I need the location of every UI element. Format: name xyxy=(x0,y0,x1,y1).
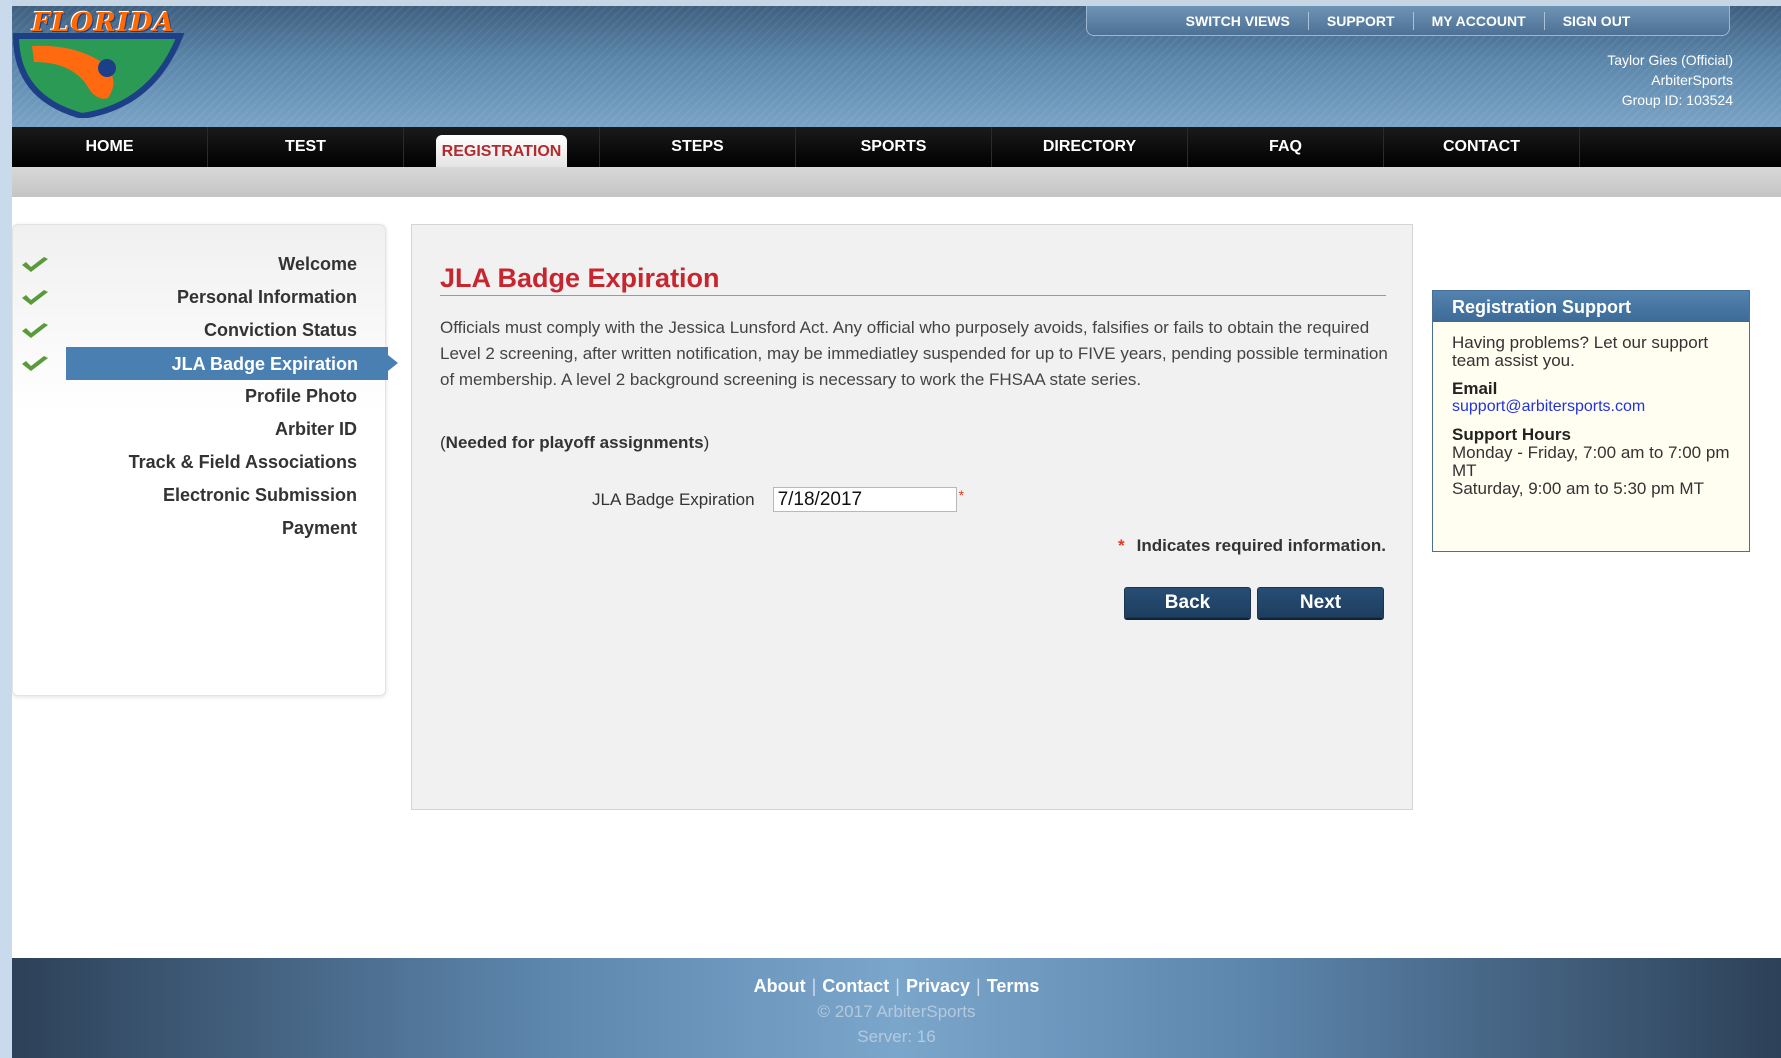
step-conviction-status[interactable]: Conviction Status xyxy=(13,314,387,347)
nav-tab-label: CONTACT xyxy=(1442,138,1521,155)
nav-tab-label: STEPS xyxy=(671,138,724,155)
nav-tab-faq[interactable]: FAQ xyxy=(1188,127,1384,167)
registration-steps-sidebar: Welcome Personal Information Conviction … xyxy=(12,224,398,696)
nav-tab-label: SPORTS xyxy=(860,138,927,155)
required-info-note: * Indicates required information. xyxy=(1116,536,1386,556)
nav-tab-directory[interactable]: DIRECTORY xyxy=(992,127,1188,167)
footer-separator: | xyxy=(895,976,900,996)
step-welcome[interactable]: Welcome xyxy=(13,248,387,281)
badge-expiration-input[interactable] xyxy=(772,487,957,512)
page: FLORIDA SWITCH VIEWS SUPPORT MY ACCOUNT … xyxy=(12,0,1781,1058)
footer-about-link[interactable]: About xyxy=(754,976,806,996)
sign-out-link[interactable]: SIGN OUT xyxy=(1545,12,1649,30)
nav-tab-steps[interactable]: STEPS xyxy=(600,127,796,167)
main-panel: JLA Badge Expiration Officials must comp… xyxy=(411,224,1413,810)
subnav-bar xyxy=(12,167,1781,197)
step-profile-photo[interactable]: Profile Photo xyxy=(13,380,387,413)
checkmark-icon xyxy=(22,323,48,338)
badge-expiration-row: JLA Badge Expiration * xyxy=(592,487,964,512)
user-org: ArbiterSports xyxy=(1651,72,1733,88)
playoff-note: (Needed for playoff assignments) xyxy=(440,433,709,453)
support-email-heading: Email xyxy=(1452,379,1498,398)
footer-terms-link[interactable]: Terms xyxy=(987,976,1040,996)
step-label: Electronic Submission xyxy=(162,485,357,505)
checkmark-icon xyxy=(22,257,48,272)
step-label: Personal Information xyxy=(176,287,357,307)
support-email-link[interactable]: support@arbitersports.com xyxy=(1452,398,1749,416)
required-info-text: Indicates required information. xyxy=(1136,536,1386,555)
footer-contact-link[interactable]: Contact xyxy=(822,976,889,996)
next-button[interactable]: Next xyxy=(1257,587,1384,618)
step-label: Payment xyxy=(281,518,357,538)
logo-wordmark: FLORIDA xyxy=(32,8,175,38)
support-hours-saturday: Saturday, 9:00 am to 5:30 pm MT xyxy=(1452,479,1704,498)
back-button[interactable]: Back xyxy=(1124,587,1251,618)
nav-tab-label: FAQ xyxy=(1269,138,1302,155)
registration-support-box: Registration Support Having problems? Le… xyxy=(1432,290,1750,552)
my-account-link[interactable]: MY ACCOUNT xyxy=(1414,11,1545,30)
user-name: Taylor Gies (Official) xyxy=(1607,52,1733,68)
step-label: Arbiter ID xyxy=(274,419,357,439)
support-box-body: Having problems? Let our support team as… xyxy=(1433,322,1749,498)
footer-links: About | Contact | Privacy | Terms xyxy=(12,976,1781,997)
footer-privacy-link[interactable]: Privacy xyxy=(906,976,970,996)
site-header: FLORIDA SWITCH VIEWS SUPPORT MY ACCOUNT … xyxy=(12,0,1781,127)
site-footer: About | Contact | Privacy | Terms © 2017 Arbit… xyxy=(12,958,1781,1058)
page-title: JLA Badge Expiration xyxy=(440,263,720,293)
playoff-note-text: Needed for playoff assignments xyxy=(445,433,704,452)
step-label: Welcome xyxy=(278,254,357,274)
nav-tab-sports[interactable]: SPORTS xyxy=(796,127,992,167)
nav-tab-registration[interactable]: REGISTRATION xyxy=(404,127,600,168)
nav-tab-home[interactable]: HOME xyxy=(12,127,208,167)
server-id: Server: 16 xyxy=(857,1027,936,1046)
step-arbiter-id[interactable]: Arbiter ID xyxy=(13,413,387,446)
title-divider xyxy=(440,295,1386,296)
support-hours-weekday: Monday - Friday, 7:00 am to 7:00 pm MT xyxy=(1452,443,1730,480)
copyright: © 2017 ArbiterSports xyxy=(817,1002,976,1021)
support-hours-heading: Support Hours xyxy=(1452,425,1571,444)
utility-nav: SWITCH VIEWS SUPPORT MY ACCOUNT SIGN OUT xyxy=(1086,6,1730,36)
step-track-field-associations[interactable]: Track & Field Associations xyxy=(13,446,387,479)
support-link[interactable]: SUPPORT xyxy=(1309,11,1414,30)
step-label: Conviction Status xyxy=(203,320,357,340)
fhsaa-logo[interactable]: FLORIDA xyxy=(12,6,197,120)
required-marker: * xyxy=(1118,536,1125,555)
step-label: Track & Field Associations xyxy=(128,452,357,472)
nav-tab-label: DIRECTORY xyxy=(1042,138,1137,155)
step-label: Profile Photo xyxy=(245,386,357,406)
main-nav: HOME TEST REGISTRATION STEPS SPORTS DIRE… xyxy=(12,127,1781,168)
jla-description: Officials must comply with the Jessica L… xyxy=(440,318,1388,389)
step-electronic-submission[interactable]: Electronic Submission xyxy=(13,479,387,512)
group-id: Group ID: 103524 xyxy=(1621,92,1733,108)
user-info: Taylor Gies (Official) ArbiterSports Gro… xyxy=(1607,50,1733,110)
footer-separator: | xyxy=(811,976,817,996)
nav-tab-test[interactable]: TEST xyxy=(208,127,404,167)
step-payment[interactable]: Payment xyxy=(13,512,387,545)
support-intro: Having problems? Let our support team as… xyxy=(1452,333,1709,370)
required-marker: * xyxy=(958,487,965,503)
step-personal-information[interactable]: Personal Information xyxy=(13,281,387,314)
playoff-note-close: ) xyxy=(703,433,710,452)
active-step-highlight: JLA Badge Expiration xyxy=(66,347,398,380)
badge-expiration-label: JLA Badge Expiration xyxy=(592,489,755,509)
checkmark-icon xyxy=(22,356,48,371)
nav-tab-label: REGISTRATION xyxy=(435,134,568,168)
nav-tab-label: HOME xyxy=(85,138,134,155)
step-label: JLA Badge Expiration xyxy=(171,354,358,374)
footer-separator: | xyxy=(976,976,981,996)
support-box-title: Registration Support xyxy=(1433,291,1749,322)
nav-tab-label: TEST xyxy=(285,138,326,155)
nav-tab-contact[interactable]: CONTACT xyxy=(1384,127,1580,167)
step-jla-badge-expiration[interactable]: JLA Badge Expiration xyxy=(13,347,398,380)
switch-views-link[interactable]: SWITCH VIEWS xyxy=(1168,11,1309,30)
checkmark-icon xyxy=(22,290,48,305)
